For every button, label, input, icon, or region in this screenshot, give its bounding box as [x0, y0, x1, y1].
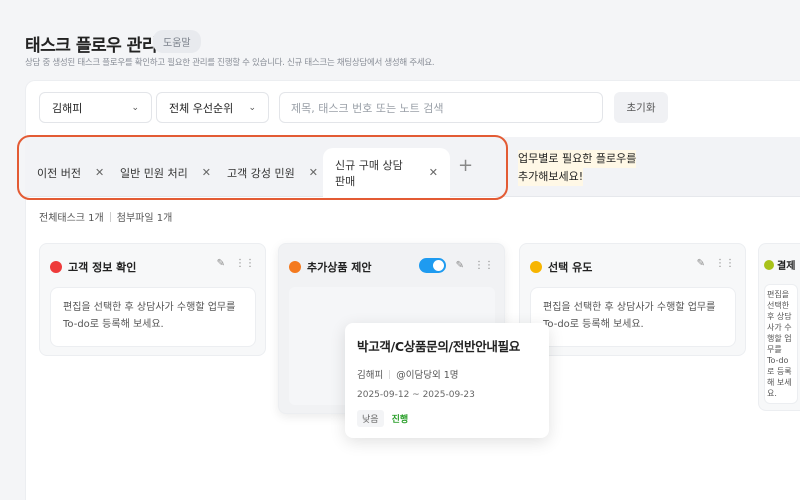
- search-input[interactable]: 제목, 태스크 번호 또는 노트 검색: [279, 92, 603, 123]
- todo-placeholder: 편집을 선택한 후 상담사가 수행할 업무를 To-do로 등록해 보세요.: [530, 287, 736, 347]
- task-title: 박고객/C상품문의/전반안내필요: [357, 339, 521, 354]
- assignee-value: 김해피: [52, 101, 83, 115]
- hint-line: 업무별로 필요한 플로우를: [518, 150, 637, 168]
- counts: 전체태스크 1개 첨부파일 1개: [39, 209, 172, 224]
- todo-placeholder: 편집을 선택한 후 상담사가 수행할 업무를 To-do로 등록해 보세요.: [764, 284, 798, 404]
- file-count: 첨부파일 1개: [116, 213, 173, 224]
- column-title: 선택 유도: [548, 261, 593, 274]
- task-dates: 2025-09-12 ~ 2025-09-23: [357, 390, 475, 400]
- column-title: 추가상품 제안: [307, 261, 372, 274]
- drag-handle-icon[interactable]: ⋮⋮: [715, 258, 735, 269]
- chevron-down-icon: ⌄: [131, 102, 139, 113]
- assignee-select[interactable]: 김해피 ⌄: [39, 92, 152, 123]
- pencil-icon[interactable]: ✎: [697, 258, 705, 269]
- priority-select[interactable]: 전체 우선순위 ⌄: [156, 92, 269, 123]
- pencil-icon[interactable]: ✎: [456, 260, 464, 271]
- task-owner: 김해피: [357, 370, 384, 381]
- status-dot-icon: [530, 261, 542, 273]
- task-count: 전체태스크 1개: [39, 213, 104, 224]
- flow-column: 결제 편집을 선택한 후 상담사가 수행할 업무를 To-do로 등록해 보세요.: [758, 243, 800, 411]
- column-toggle[interactable]: [418, 258, 446, 273]
- page-title: 태스크 플로우 관리: [25, 36, 157, 56]
- drag-handle-icon[interactable]: ⋮⋮: [235, 258, 255, 269]
- column-title: 결제: [777, 261, 796, 272]
- tab-highlight-outline: [17, 135, 508, 200]
- help-button[interactable]: 도움말: [153, 30, 201, 53]
- priority-value: 전체 우선순위: [169, 101, 234, 115]
- column-title: 고객 정보 확인: [68, 261, 137, 274]
- priority-badge: 낮음: [357, 410, 384, 427]
- reset-button[interactable]: 초기화: [614, 92, 668, 123]
- page-description: 상담 중 생성된 태스크 플로우를 확인하고 필요한 관리를 진행할 수 있습니…: [25, 58, 435, 68]
- flow-column: 고객 정보 확인 ✎ ⋮⋮ 편집을 선택한 후 상담사가 수행할 업무를 To-do…: [39, 243, 266, 356]
- status-dot-icon: [50, 261, 62, 273]
- hint-line: 추가해보세요!: [518, 168, 584, 186]
- chevron-down-icon: ⌄: [248, 102, 256, 113]
- status-dot-icon: [289, 261, 301, 273]
- task-mentions: @이담당외 1명: [396, 370, 459, 381]
- drag-handle-icon[interactable]: ⋮⋮: [474, 260, 494, 271]
- status-badge: 진행: [391, 415, 409, 425]
- tab-hint: 업무별로 필요한 플로우를 추가해보세요!: [518, 150, 637, 186]
- flow-column: 선택 유도 ✎ ⋮⋮ 편집을 선택한 후 상담사가 수행할 업무를 To-do로 등…: [519, 243, 746, 356]
- pencil-icon[interactable]: ✎: [217, 258, 225, 269]
- todo-placeholder: 편집을 선택한 후 상담사가 수행할 업무를 To-do로 등록해 보세요.: [50, 287, 256, 347]
- status-dot-icon: [764, 259, 774, 270]
- task-card[interactable]: 박고객/C상품문의/전반안내필요 김해피 @이담당외 1명 2025-09-12 …: [345, 323, 549, 438]
